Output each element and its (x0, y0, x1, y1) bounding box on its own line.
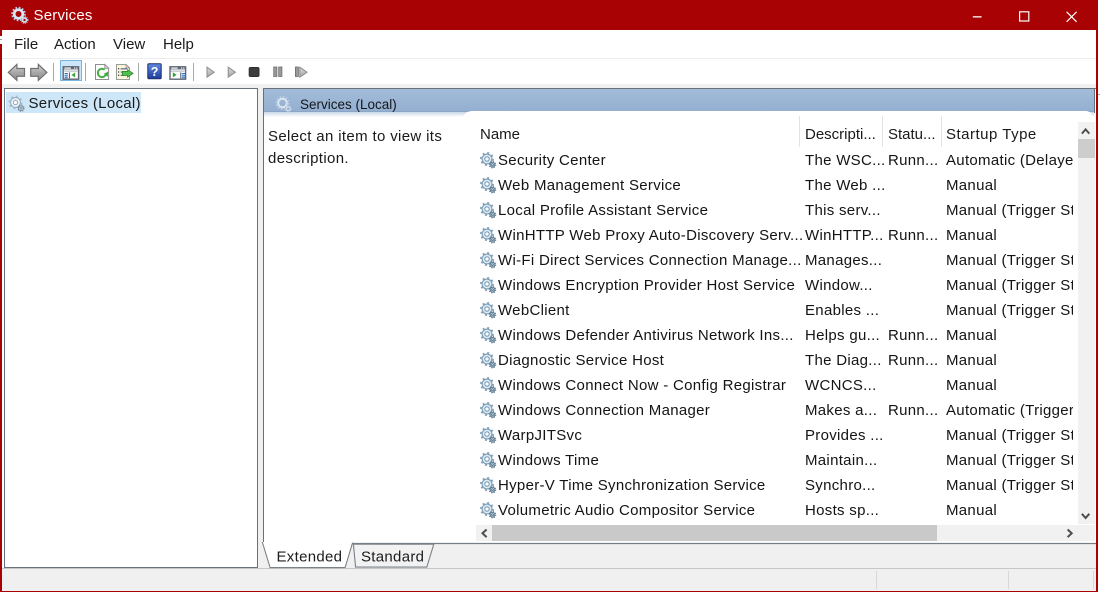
svg-text:Standard: Standard (361, 549, 424, 566)
svg-text:?: ? (151, 65, 159, 79)
svg-text:Extended: Extended (277, 549, 343, 566)
